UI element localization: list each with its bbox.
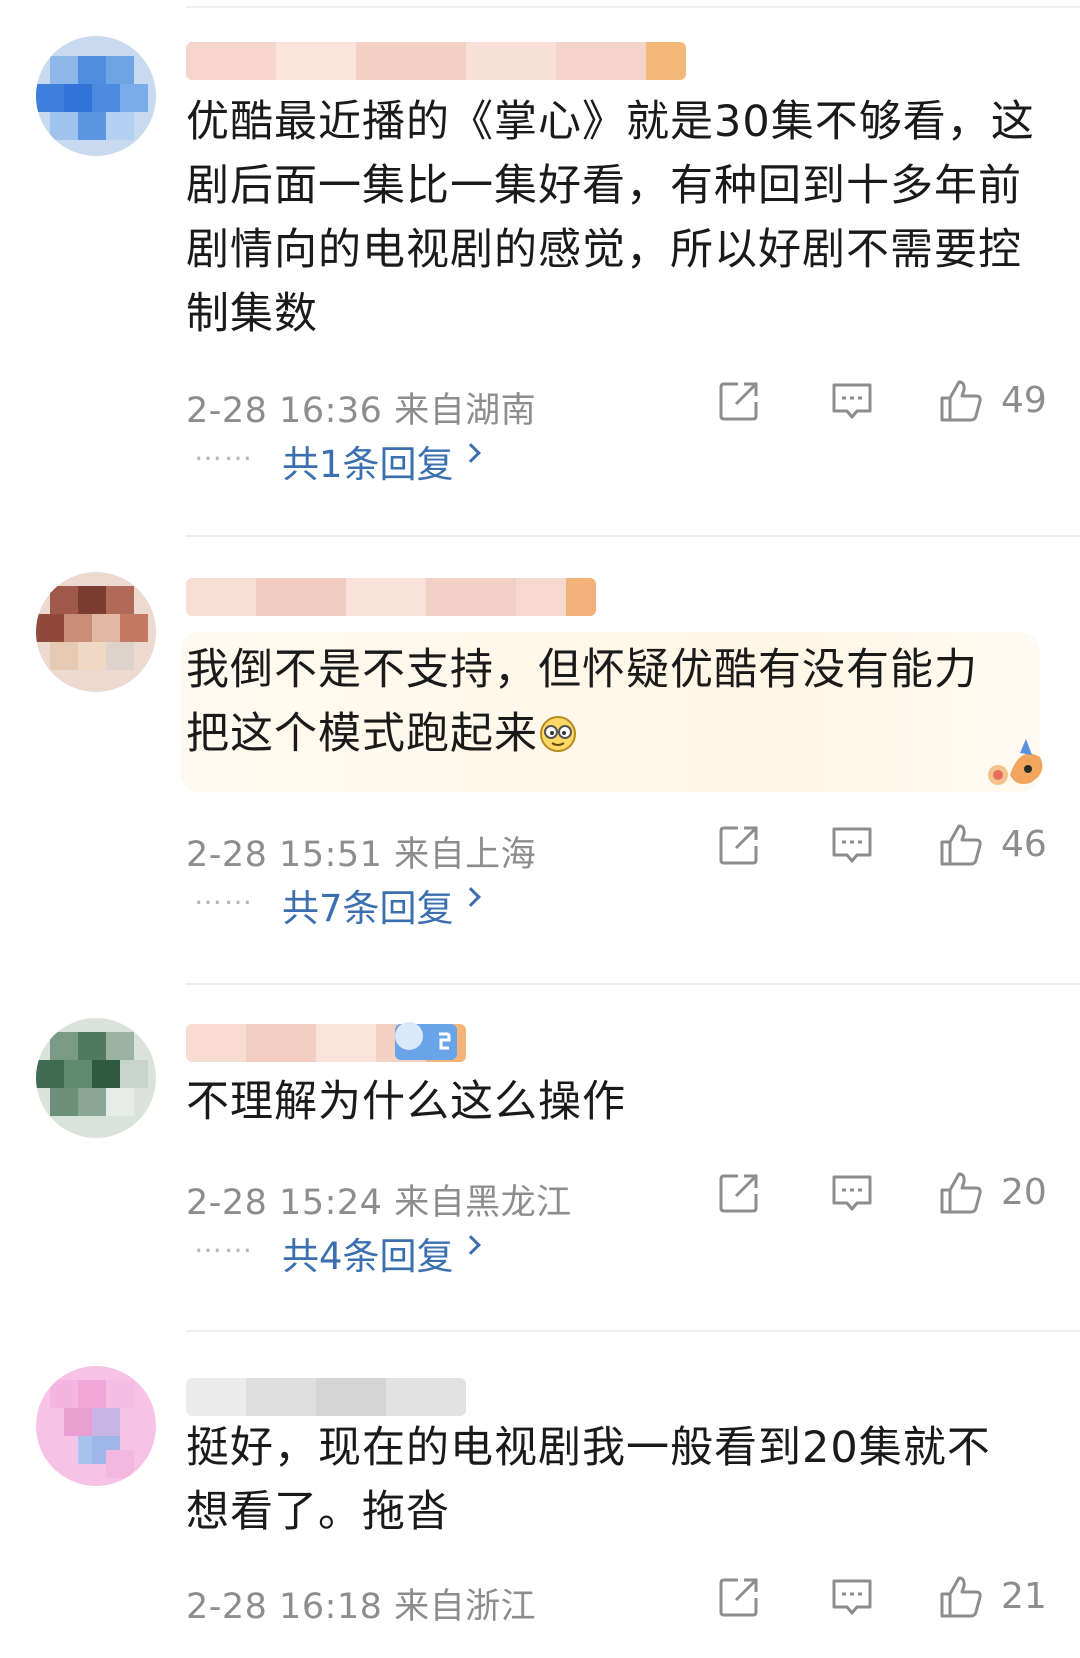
comment-icon[interactable] bbox=[829, 822, 875, 868]
comment-text: 我倒不是不支持，但怀疑优酷有没有能力把这个模式跑起来 bbox=[186, 638, 986, 766]
thumbs-up-icon[interactable] bbox=[938, 378, 984, 424]
replies-dots: …… bbox=[194, 878, 254, 911]
divider bbox=[186, 535, 1080, 537]
chevron-right-icon bbox=[461, 887, 481, 907]
replies-count-label[interactable]: 共4条回复 bbox=[282, 1226, 454, 1280]
comment-text: 优酷最近播的《掌心》就是30集不够看，这剧后面一集比一集好看，有种回到十多年前剧… bbox=[186, 97, 1035, 339]
comment-location: 来自浙江 bbox=[394, 1587, 537, 1627]
comment-time-location: 2-28 16:18 来自浙江 bbox=[186, 1578, 536, 1629]
comment-time: 2-28 15:24 bbox=[186, 1183, 383, 1223]
divider bbox=[186, 1330, 1080, 1332]
share-icon[interactable] bbox=[716, 1170, 762, 1216]
comment-meta: 2-28 16:18 来自浙江 21 bbox=[186, 1574, 1047, 1627]
avatar[interactable] bbox=[36, 1018, 156, 1138]
comment-time-location: 2-28 16:36 来自湖南 bbox=[186, 382, 536, 433]
like-count: 49 bbox=[1001, 380, 1047, 421]
thumbs-up-icon[interactable] bbox=[938, 1574, 984, 1620]
comment-icon[interactable] bbox=[829, 378, 875, 424]
divider bbox=[186, 983, 1080, 985]
comment-text: 不理解为什么这么操作 bbox=[186, 1077, 626, 1127]
username-blurred[interactable] bbox=[186, 1378, 466, 1416]
like-count: 20 bbox=[1001, 1172, 1047, 1213]
share-icon[interactable] bbox=[716, 822, 762, 868]
comment-location: 来自黑龙江 bbox=[394, 1183, 572, 1223]
comment-location: 来自湖南 bbox=[394, 391, 537, 431]
comment-time-location: 2-28 15:51 来自上海 bbox=[186, 826, 536, 877]
comment-icon[interactable] bbox=[829, 1170, 875, 1216]
share-icon[interactable] bbox=[716, 378, 762, 424]
share-icon[interactable] bbox=[716, 1574, 762, 1620]
comment-meta: 2-28 16:36 来自湖南 49 bbox=[186, 378, 1047, 431]
comment-time-location: 2-28 15:24 来自黑龙江 bbox=[186, 1174, 572, 1225]
divider-top bbox=[186, 6, 1080, 8]
chevron-right-icon bbox=[461, 1235, 481, 1255]
comment-icon[interactable] bbox=[829, 1574, 875, 1620]
comment-time: 2-28 15:51 bbox=[186, 835, 383, 875]
replies-dots: …… bbox=[194, 434, 254, 467]
avatar[interactable] bbox=[36, 36, 156, 156]
thumbs-up-icon[interactable] bbox=[938, 822, 984, 868]
thumbs-up-icon[interactable] bbox=[938, 1170, 984, 1216]
decorative-sticker-icon bbox=[988, 739, 1043, 785]
replies-count-label[interactable]: 共7条回复 bbox=[282, 878, 454, 932]
comment-meta: 2-28 15:24 来自黑龙江 20 bbox=[186, 1170, 1047, 1223]
comment-text: 挺好，现在的电视剧我一般看到20集就不想看了。拖沓 bbox=[186, 1423, 991, 1537]
like-count: 21 bbox=[1001, 1576, 1047, 1617]
like-count: 46 bbox=[1001, 824, 1047, 865]
avatar[interactable] bbox=[36, 572, 156, 692]
username-blurred[interactable] bbox=[186, 578, 596, 616]
comment-meta: 2-28 15:51 来自上海 46 bbox=[186, 822, 1047, 875]
smiley-emoji-icon bbox=[540, 716, 576, 752]
comment-time: 2-28 16:36 bbox=[186, 391, 383, 431]
avatar[interactable] bbox=[36, 1366, 156, 1486]
username-blurred[interactable] bbox=[186, 42, 686, 80]
replies-count-label[interactable]: 共1条回复 bbox=[282, 434, 454, 488]
user-badge-icon bbox=[395, 1022, 457, 1060]
chevron-right-icon bbox=[461, 443, 481, 463]
comment-time: 2-28 16:18 bbox=[186, 1587, 383, 1627]
comment-text-content: 我倒不是不支持，但怀疑优酷有没有能力把这个模式跑起来 bbox=[186, 645, 978, 759]
comment-location: 来自上海 bbox=[394, 835, 537, 875]
replies-dots: …… bbox=[194, 1226, 254, 1259]
